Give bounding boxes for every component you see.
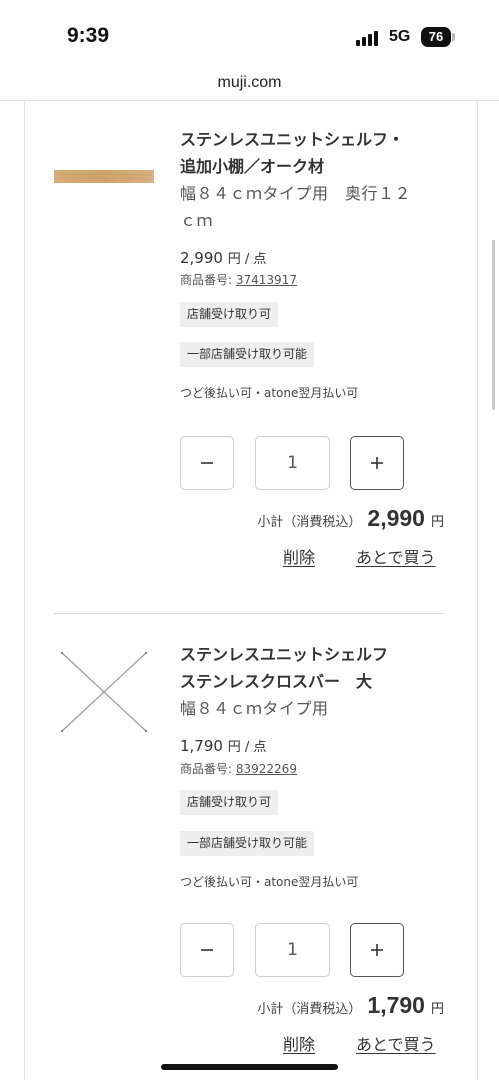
partial-pickup-badge: 一部店舗受け取り可能	[180, 342, 315, 367]
content-border-right	[477, 101, 478, 1080]
unit-price: 2,990 円 / 点	[180, 248, 266, 267]
save-for-later-link[interactable]: あとで買う	[356, 1031, 436, 1055]
subtotal-currency: 円	[430, 1002, 444, 1017]
status-time: 9:39	[67, 24, 110, 47]
plus-icon	[371, 457, 383, 469]
variant-line1: 幅８４ｃｍタイプ用	[180, 699, 329, 718]
battery-icon: 76	[421, 27, 451, 47]
partial-pickup-badge: 一部店舗受け取り可能	[180, 831, 315, 856]
scrollbar[interactable]	[492, 240, 495, 410]
delete-link[interactable]: 削除	[283, 544, 315, 568]
plus-icon	[371, 944, 383, 956]
product-number: 商品番号: 37413917	[180, 271, 297, 288]
cross-bar-image[interactable]	[54, 645, 154, 745]
store-pickup-badge: 店舗受け取り可	[180, 790, 279, 815]
delete-link[interactable]: 削除	[283, 1031, 315, 1055]
product-name-line2: 追加小棚／オーク材	[180, 157, 325, 176]
quantity-decrease-button[interactable]	[180, 436, 234, 490]
product-variant: 幅８４ｃｍタイプ用 奥行１２ ｃｍ	[180, 180, 450, 234]
status-bar: 9:39 5G 76	[0, 0, 499, 70]
price-unit: 円 / 点	[227, 252, 267, 267]
save-for-later-link[interactable]: あとで買う	[356, 544, 436, 568]
payment-note: つど後払い可・atone翌月払い可	[180, 386, 359, 400]
cellular-signal-icon	[356, 30, 382, 46]
variant-line1: 幅８４ｃｍタイプ用 奥行１２	[180, 184, 412, 203]
content-border-left	[24, 101, 25, 1080]
item-divider	[54, 613, 444, 614]
urlbar-divider	[0, 100, 499, 101]
quantity-input[interactable]: 1	[255, 436, 330, 490]
store-pickup-badge: 店舗受け取り可	[180, 302, 279, 327]
home-indicator[interactable]	[161, 1064, 338, 1070]
quantity-input[interactable]: 1	[255, 923, 330, 977]
product-name-line2: ステンレスクロスバー 大	[180, 672, 373, 691]
minus-icon	[201, 462, 213, 464]
battery-tip	[452, 33, 455, 41]
subtotal-currency: 円	[430, 515, 444, 530]
price-value: 1,790	[180, 737, 223, 755]
sku-link[interactable]: 83922269	[236, 762, 297, 776]
quantity-decrease-button[interactable]	[180, 923, 234, 977]
minus-icon	[201, 949, 213, 951]
price-unit: 円 / 点	[227, 740, 267, 755]
product-number: 商品番号: 83922269	[180, 760, 297, 777]
sku-link[interactable]: 37413917	[236, 273, 297, 287]
unit-price: 1,790 円 / 点	[180, 736, 266, 755]
subtotal: 小計（消費税込） 2,990 円	[257, 505, 444, 532]
product-name-line1: ステンレスユニットシェルフ	[180, 645, 389, 664]
variant-line2: ｃｍ	[180, 211, 214, 230]
payment-note: つど後払い可・atone翌月払い可	[180, 875, 359, 889]
product-name-line1: ステンレスユニットシェルフ・	[180, 130, 405, 149]
subtotal-amount: 1,790	[367, 992, 425, 1018]
product-name[interactable]: ステンレスユニットシェルフ ステンレスクロスバー 大	[180, 641, 450, 695]
network-type: 5G	[389, 28, 411, 45]
browser-url[interactable]: muji.com	[0, 74, 499, 92]
product-variant: 幅８４ｃｍタイプ用	[180, 695, 450, 722]
subtotal-amount: 2,990	[367, 505, 425, 531]
subtotal-label: 小計（消費税込）	[257, 1002, 362, 1017]
sku-label: 商品番号:	[180, 762, 233, 776]
oak-shelf-board-image[interactable]	[54, 123, 154, 223]
sku-label: 商品番号:	[180, 273, 233, 287]
subtotal-label: 小計（消費税込）	[257, 515, 362, 530]
price-value: 2,990	[180, 249, 223, 267]
quantity-increase-button[interactable]	[350, 436, 404, 490]
quantity-increase-button[interactable]	[350, 923, 404, 977]
subtotal: 小計（消費税込） 1,790 円	[257, 992, 444, 1019]
product-name[interactable]: ステンレスユニットシェルフ・ 追加小棚／オーク材	[180, 126, 450, 180]
